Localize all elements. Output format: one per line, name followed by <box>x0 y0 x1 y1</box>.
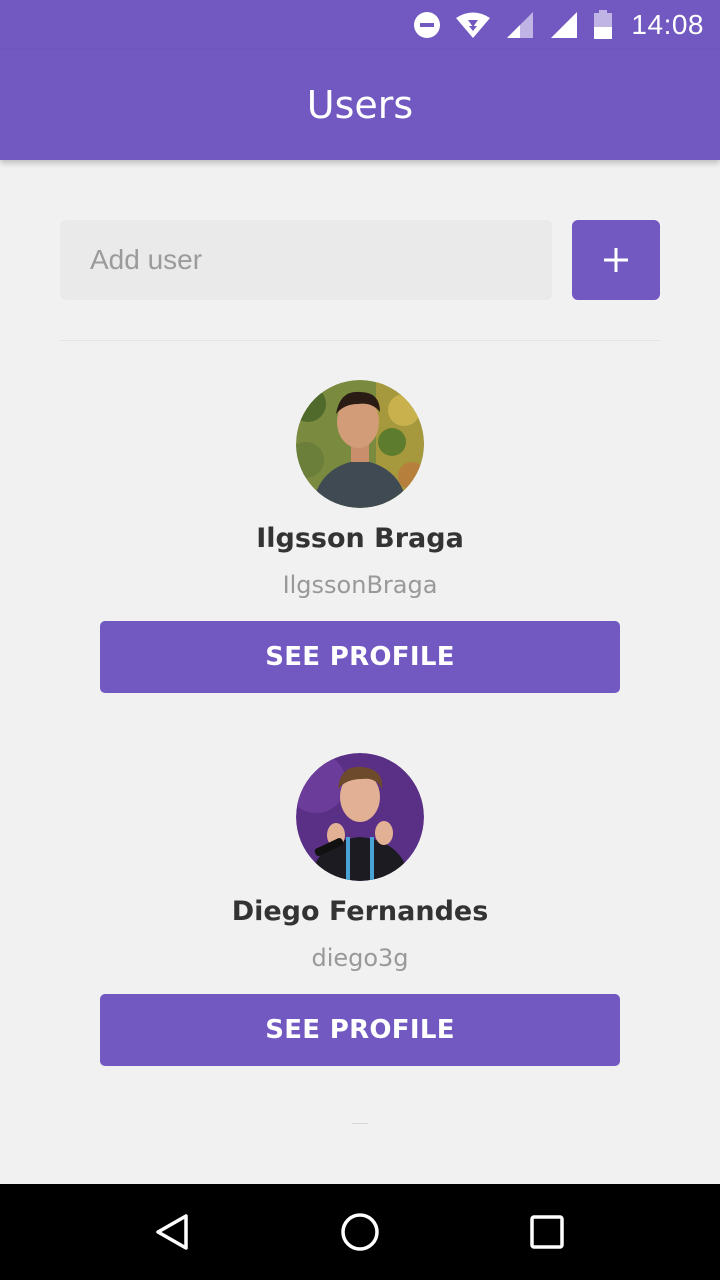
user-name: Diego Fernandes <box>231 896 489 927</box>
list-item: Diego Fernandes diego3g SEE PROFILE <box>0 753 720 1066</box>
page-title: Users <box>306 83 414 127</box>
divider <box>60 340 660 341</box>
status-icons: 14:08 <box>413 9 704 41</box>
see-profile-button[interactable]: SEE PROFILE <box>100 994 620 1066</box>
wifi-icon <box>455 11 491 39</box>
user-list[interactable]: Ilgsson Braga IlgssonBraga SEE PROFILE D… <box>0 380 720 1066</box>
navigation-bar <box>0 1184 720 1280</box>
loading-indicator <box>352 1123 368 1124</box>
battery-icon <box>593 10 613 40</box>
signal-icon <box>549 11 579 39</box>
do-not-disturb-icon <box>413 11 441 39</box>
user-login: IlgssonBraga <box>282 571 438 599</box>
home-icon <box>341 1213 379 1251</box>
signal-icon <box>505 11 535 39</box>
recents-button[interactable] <box>517 1202 577 1262</box>
status-bar: 14:08 <box>0 0 720 50</box>
user-login: diego3g <box>311 944 409 972</box>
app-bar: Users <box>0 50 720 160</box>
user-name: Ilgsson Braga <box>256 523 464 554</box>
list-item: Ilgsson Braga IlgssonBraga SEE PROFILE <box>0 380 720 693</box>
plus-icon <box>604 248 628 272</box>
add-user-form <box>60 220 660 300</box>
home-button[interactable] <box>330 1202 390 1262</box>
recents-icon <box>529 1215 564 1249</box>
see-profile-button[interactable]: SEE PROFILE <box>100 621 620 693</box>
back-icon <box>156 1214 189 1250</box>
avatar <box>296 753 424 881</box>
avatar <box>296 380 424 508</box>
add-user-button[interactable] <box>572 220 660 300</box>
back-button[interactable] <box>143 1202 203 1262</box>
status-time: 14:08 <box>631 9 704 40</box>
add-user-input[interactable] <box>60 220 552 300</box>
